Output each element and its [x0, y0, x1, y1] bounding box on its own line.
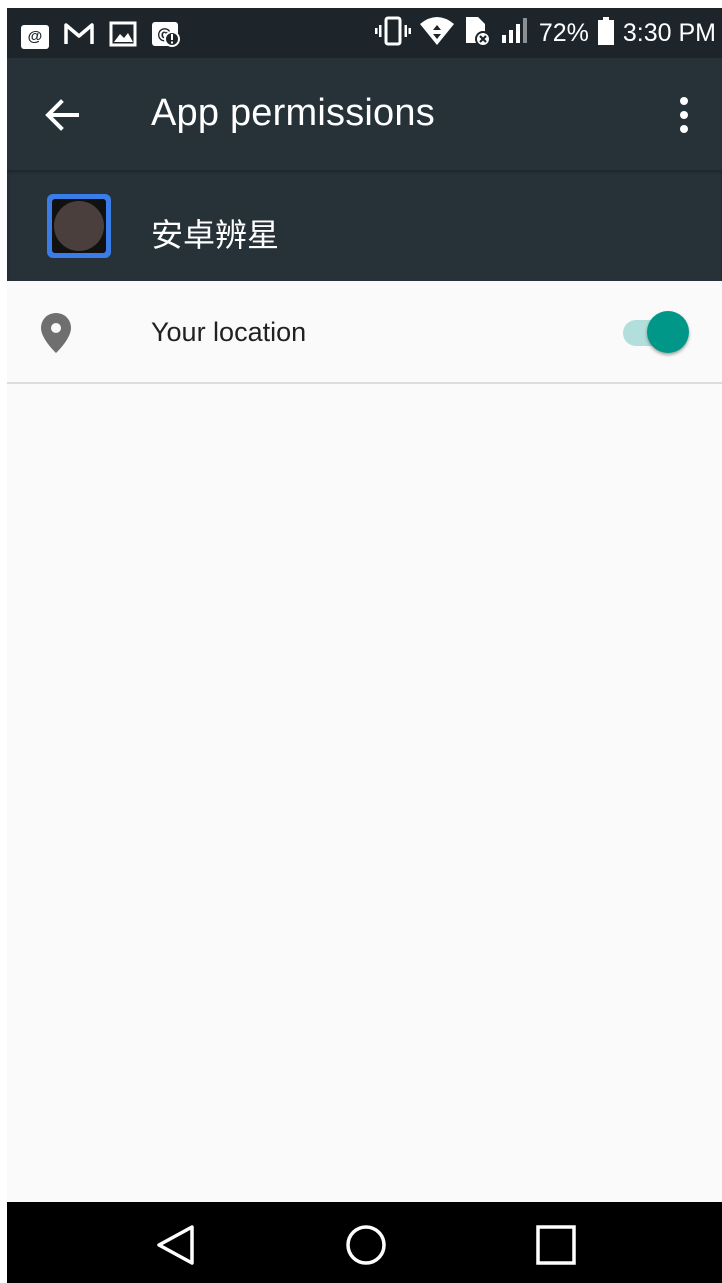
app-icon — [47, 194, 111, 258]
permission-row-location[interactable]: Your location — [7, 281, 722, 384]
clock: 3:30 PM — [622, 18, 716, 47]
more-vert-icon[interactable] — [664, 94, 704, 138]
image-icon — [109, 21, 137, 52]
system-icons: 72% 3:30 PM — [374, 8, 716, 58]
status-bar: @ @ 72% 3:30 PM — [7, 8, 722, 58]
page-title: App permissions — [151, 92, 435, 134]
battery-percent: 72% — [538, 18, 589, 47]
notification-icons: @ @ — [21, 20, 181, 53]
screen: @ @ 72% 3:30 PM App permissions 安卓辨星 You… — [7, 8, 722, 1283]
battery-icon — [597, 16, 615, 51]
arrow-back-icon[interactable] — [37, 90, 87, 140]
home-circle-icon[interactable] — [341, 1220, 391, 1270]
signal-icon — [501, 17, 531, 50]
location-toggle[interactable] — [621, 309, 695, 357]
back-triangle-icon[interactable] — [152, 1220, 202, 1270]
toggle-thumb — [647, 311, 689, 353]
app-header: 安卓辨星 — [7, 170, 722, 281]
app-bar: App permissions — [7, 58, 722, 170]
at-alert-icon: @ — [151, 20, 181, 53]
wifi-icon — [419, 16, 455, 51]
recents-square-icon[interactable] — [531, 1220, 581, 1270]
navigation-bar — [7, 1202, 722, 1283]
at-sign-icon: @ — [21, 24, 49, 49]
location-pin-icon — [37, 311, 75, 355]
vibrate-icon — [374, 16, 411, 51]
permission-label: Your location — [151, 317, 307, 347]
gmail-icon — [63, 21, 95, 52]
app-name: 安卓辨星 — [151, 216, 280, 254]
sim-error-icon — [463, 15, 493, 52]
